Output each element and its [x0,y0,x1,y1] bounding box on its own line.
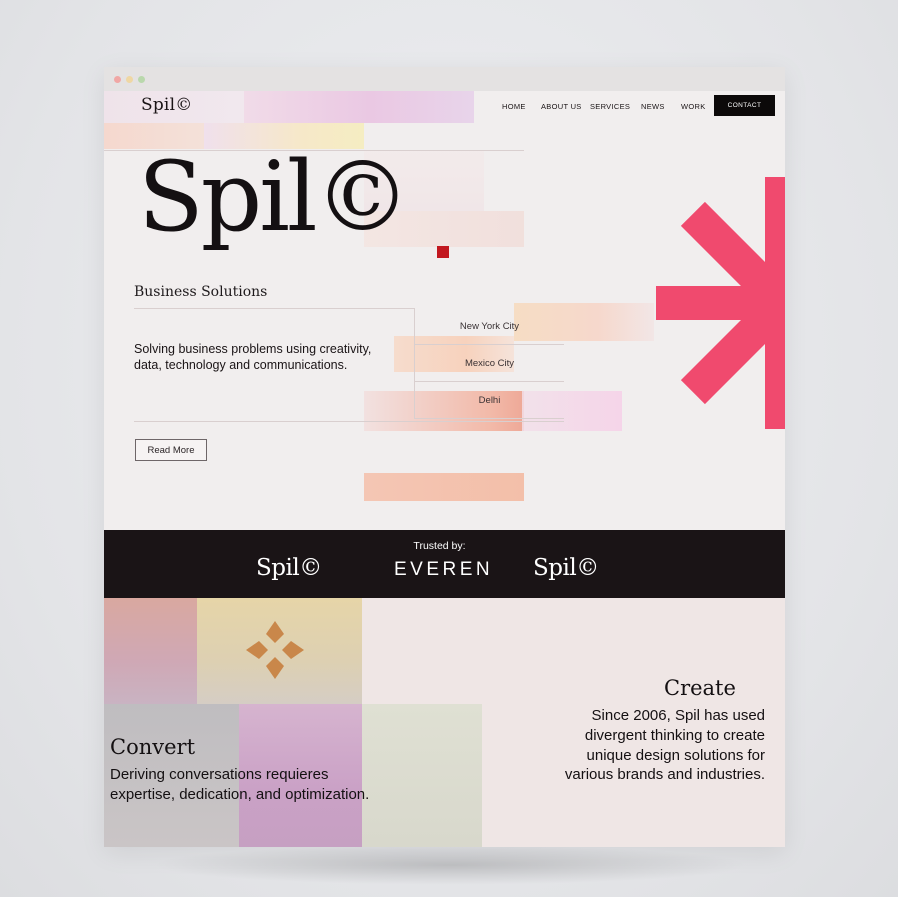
nav-news[interactable]: NEWS [641,102,665,111]
convert-heading: Convert [110,735,196,759]
minimize-dot[interactable] [126,76,133,83]
divider [134,308,414,309]
hero-title: Spil© [138,141,411,253]
city-item: Delhi [415,382,564,419]
red-square-accent [437,246,449,258]
asterisk-icon [652,177,785,429]
city-item: New York City [415,308,564,345]
hero-subtitle: Business Solutions [134,284,268,300]
gradient-tile [244,91,474,123]
client-logo-spil: Spil© [533,555,599,581]
city-list: New York City Mexico City Delhi [414,308,564,419]
trusted-label: Trusted by: [413,540,466,552]
close-dot[interactable] [114,76,121,83]
services-section: Convert Deriving conversations requieres… [104,598,785,847]
nav-services[interactable]: SERVICES [590,102,630,111]
window-chrome [104,67,785,91]
client-logo-everen: EVEREN [394,559,494,580]
browser-window: Spil© HOME ABOUT US SERVICES NEWS WORK C… [104,67,785,847]
city-item: Mexico City [415,345,564,382]
gradient-tile [364,473,524,501]
nav-about-us[interactable]: ABOUT US [541,102,582,111]
nav-logo[interactable]: Spil© [141,95,192,115]
nav-work[interactable]: WORK [681,102,706,111]
window-shadow [150,845,750,885]
gradient-panel [362,704,482,847]
diamond-star-icon [246,621,304,679]
convert-text: Deriving conversations requieres experti… [110,766,370,803]
read-more-button[interactable]: Read More [135,439,207,461]
divider [134,421,564,422]
create-heading: Create [664,676,736,700]
client-logo-spil: Spil© [256,555,322,581]
hero-tagline: Solving business problems using creativi… [134,342,372,372]
maximize-dot[interactable] [138,76,145,83]
trusted-by-bar: Trusted by: Spil© EVEREN Spil© [104,530,785,598]
contact-button[interactable]: CONTACT [714,95,775,116]
website-page: Spil© HOME ABOUT US SERVICES NEWS WORK C… [104,91,785,847]
nav-home[interactable]: HOME [502,102,526,111]
gradient-panel [104,598,197,704]
create-text: Since 2006, Spil has used divergent thin… [564,707,765,784]
